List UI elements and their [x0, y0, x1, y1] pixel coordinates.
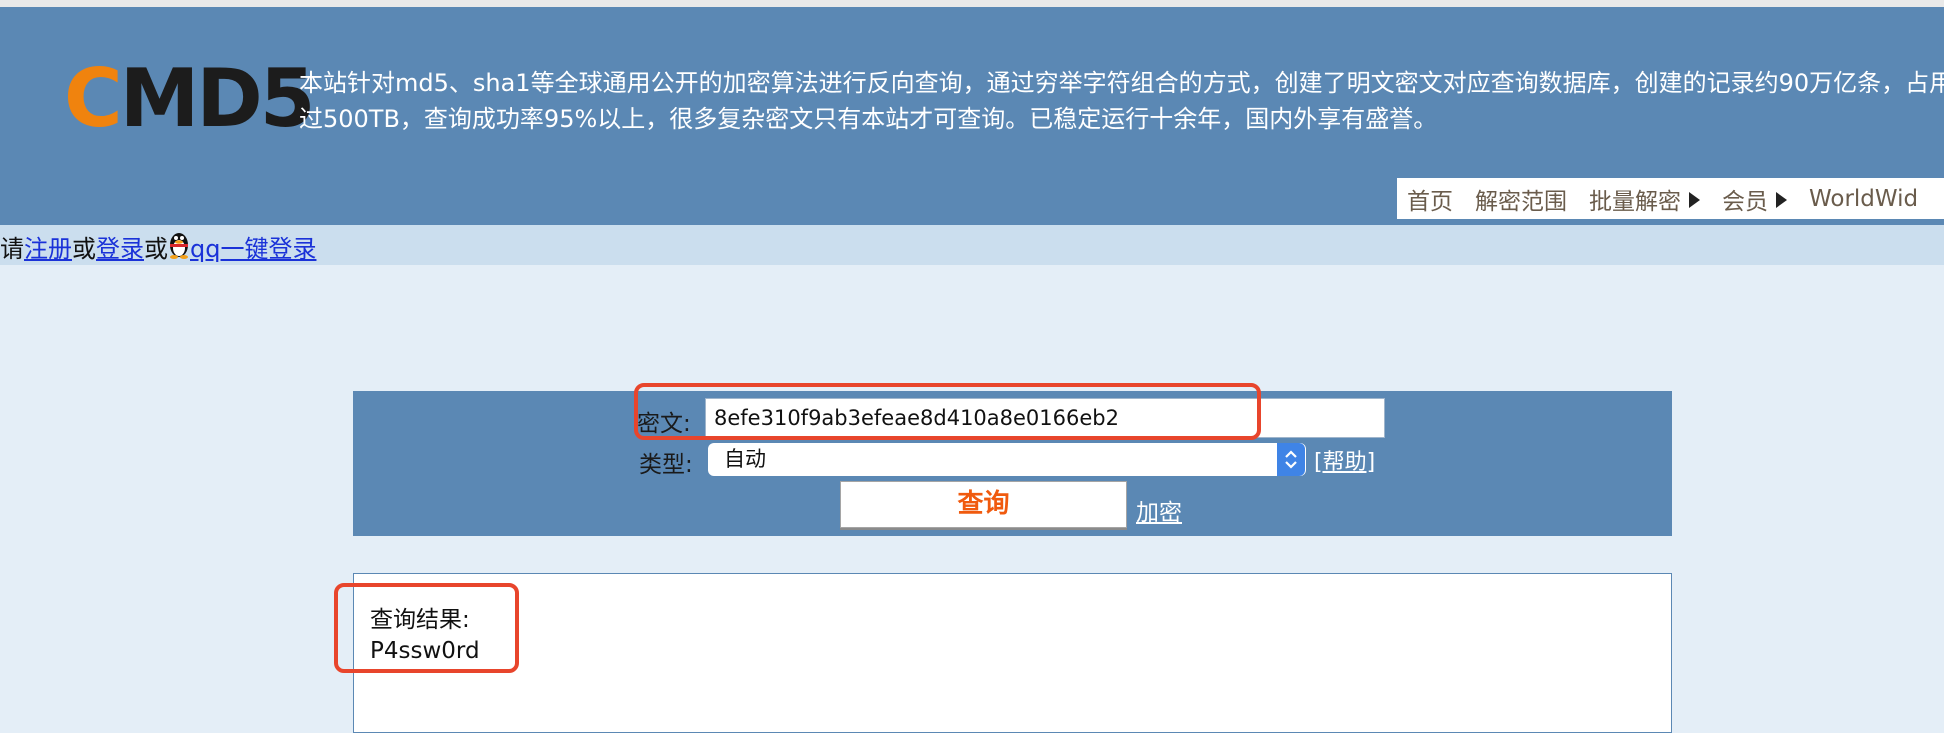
main-nav: 首页 解密范围 批量解密 会员 WorldWid	[1397, 178, 1944, 219]
result-label: 查询结果:	[370, 607, 470, 633]
or-text: 或	[72, 235, 96, 263]
site-intro: 本站针对md5、sha1等全球通用公开的加密算法进行反向查询，通过穷举字符组合的…	[299, 65, 1944, 137]
updown-chevrons-icon	[1285, 450, 1297, 469]
query-button[interactable]: 查询	[840, 481, 1127, 528]
site-header: CMD5 本站针对md5、sha1等全球通用公开的加密算法进行反向查询，通过穷举…	[0, 7, 1944, 225]
help-link[interactable]: [帮助]	[1314, 444, 1375, 476]
login-bar: 请注册或登录或 qq一键登录	[0, 225, 1944, 265]
intro-line-2: 过500TB，查询成功率95%以上，很多复杂密文只有本站才可查询。已稳定运行十余…	[299, 105, 1438, 133]
result-box	[353, 573, 1672, 733]
login-prefix: 请	[0, 235, 24, 263]
type-label: 类型:	[639, 452, 693, 478]
nav-worldwide[interactable]: WorldWid	[1809, 186, 1918, 212]
intro-line-1: 本站针对md5、sha1等全球通用公开的加密算法进行反向查询，通过穷举字符组合的…	[299, 69, 1944, 97]
caret-right-icon	[1776, 191, 1787, 208]
encrypt-link[interactable]: 加密	[1136, 493, 1182, 527]
nav-member[interactable]: 会员	[1722, 182, 1787, 216]
cipher-label: 密文:	[637, 411, 691, 437]
cipher-input[interactable]	[705, 398, 1385, 438]
cmd5-logo[interactable]: CMD5	[64, 59, 315, 139]
qq-penguin-icon	[170, 233, 188, 259]
register-link[interactable]: 注册	[24, 235, 72, 263]
select-updown-icon[interactable]	[1277, 443, 1305, 476]
nav-home[interactable]: 首页	[1407, 182, 1453, 216]
caret-right-icon	[1689, 191, 1700, 208]
nav-batch-decrypt[interactable]: 批量解密	[1589, 182, 1700, 216]
type-select[interactable]: 自动	[708, 443, 1306, 476]
nav-decrypt-range[interactable]: 解密范围	[1475, 182, 1567, 216]
result-value: P4ssw0rd	[370, 638, 480, 664]
qq-login-link[interactable]: qq一键登录	[190, 235, 316, 263]
or-text: 或	[144, 235, 168, 263]
login-link[interactable]: 登录	[96, 235, 144, 263]
top-border	[0, 0, 1944, 7]
